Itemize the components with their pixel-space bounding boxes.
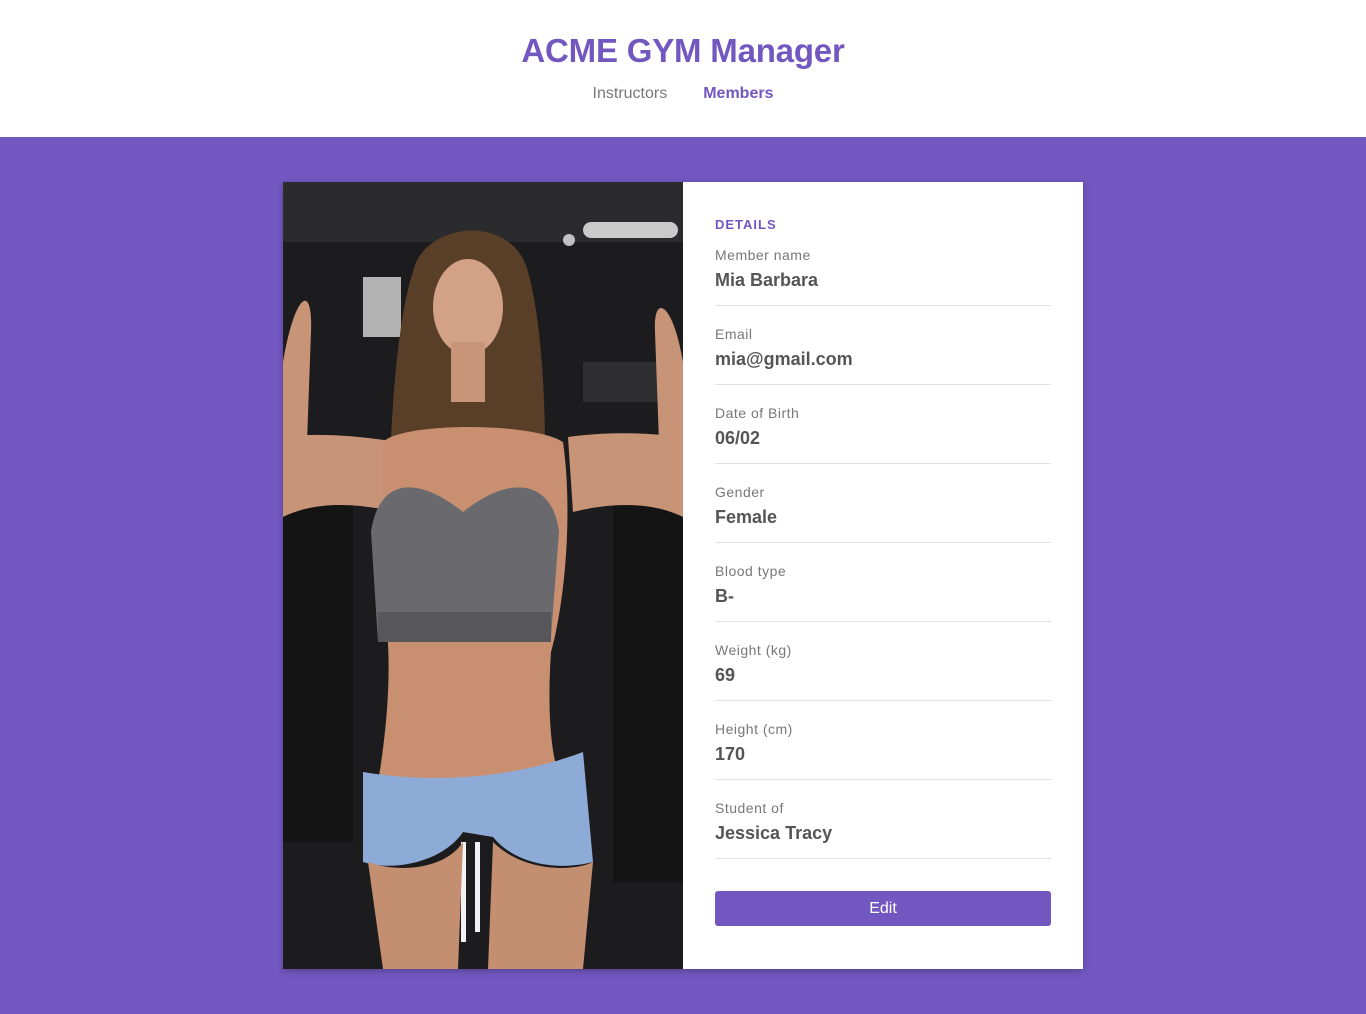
field-value: Mia Barbara (715, 270, 819, 290)
field-value: B- (715, 586, 734, 606)
field-label: Height (cm) (715, 721, 793, 737)
field-value: mia@gmail.com (715, 349, 853, 369)
member-details: DETAILS Member name Mia Barbara Email mi… (683, 182, 1083, 969)
field-value: Female (715, 507, 778, 527)
field-height: Height (cm) 170 (715, 701, 1051, 780)
field-value: Jessica Tracy (715, 823, 833, 843)
member-card: DETAILS Member name Mia Barbara Email mi… (283, 182, 1083, 969)
field-label: Weight (kg) (715, 642, 792, 658)
field-weight: Weight (kg) 69 (715, 622, 1051, 701)
field-value: 06/02 (715, 428, 761, 448)
app-title: ACME GYM Manager (521, 32, 845, 69)
field-label: Member name (715, 247, 811, 263)
field-label: Blood type (715, 563, 787, 579)
member-photo (283, 182, 683, 969)
field-blood-type: Blood type B- (715, 543, 1051, 622)
nav-link-members[interactable]: Members (703, 85, 773, 103)
field-value: 69 (715, 665, 736, 685)
field-date-of-birth: Date of Birth 06/02 (715, 385, 1051, 464)
field-gender: Gender Female (715, 464, 1051, 543)
edit-button[interactable]: Edit (715, 891, 1051, 926)
member-photo-illustration (283, 182, 683, 969)
field-member-name: Member name Mia Barbara (715, 247, 1051, 306)
field-student-of: Student of Jessica Tracy (715, 780, 1051, 859)
field-value: 170 (715, 744, 746, 764)
field-label: Date of Birth (715, 405, 800, 421)
details-heading: DETAILS (715, 217, 777, 232)
nav-link-instructors[interactable]: Instructors (593, 85, 668, 103)
main-nav: Instructors Members (593, 85, 774, 103)
field-label: Gender (715, 484, 765, 500)
field-label: Email (715, 326, 753, 342)
field-email: Email mia@gmail.com (715, 306, 1051, 385)
app-header: ACME GYM Manager Instructors Members (0, 0, 1366, 137)
field-label: Student of (715, 800, 784, 816)
